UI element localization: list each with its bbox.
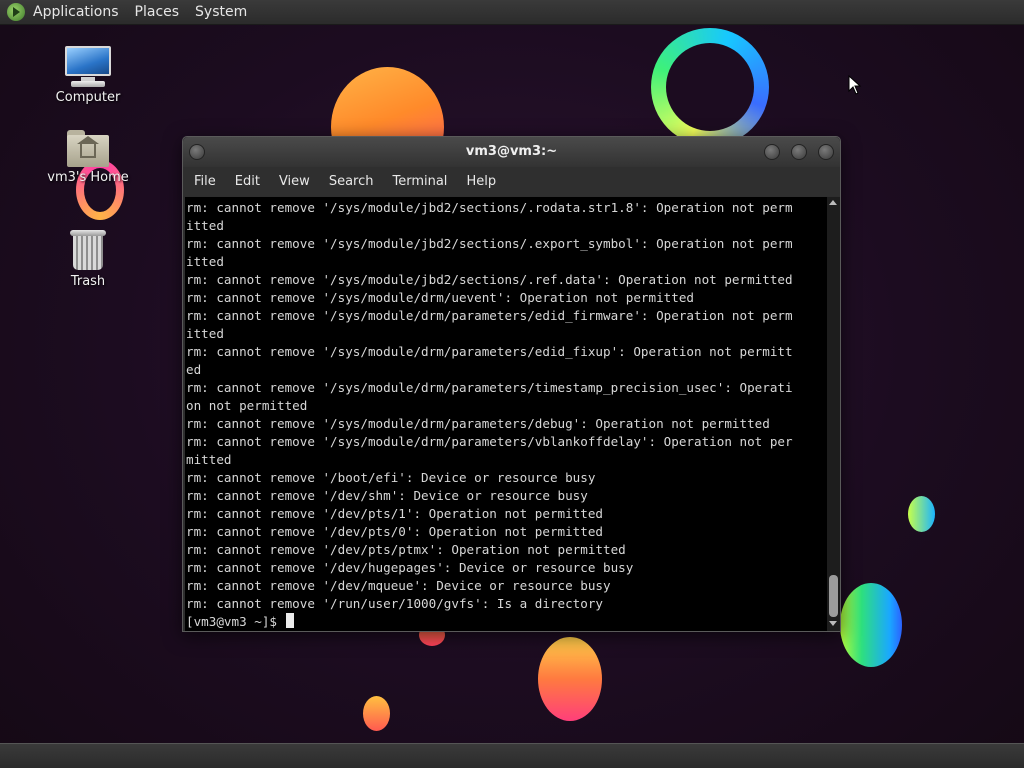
wallpaper-green-blue-bubble xyxy=(840,583,902,667)
menu-view[interactable]: View xyxy=(279,174,310,189)
desktop-icon-label: vm3's Home xyxy=(47,170,129,185)
scroll-up-arrow-icon[interactable] xyxy=(829,200,837,205)
menu-terminal[interactable]: Terminal xyxy=(392,174,447,189)
shell-prompt: [vm3@vm3 ~]$ xyxy=(186,614,285,629)
terminal-prompt-line[interactable]: [vm3@vm3 ~]$ xyxy=(185,613,827,631)
desktop-icon-trash[interactable]: Trash xyxy=(38,228,138,289)
window-menu-button[interactable] xyxy=(189,144,205,160)
window-titlebar[interactable]: vm3@vm3:~ xyxy=(183,137,840,167)
terminal-line: rm: cannot remove '/sys/module/drm/param… xyxy=(186,308,793,323)
terminal-line: rm: cannot remove '/sys/module/drm/param… xyxy=(186,344,793,359)
terminal-line: itted xyxy=(186,254,224,269)
terminal-line: rm: cannot remove '/run/user/1000/gvfs':… xyxy=(186,596,604,611)
terminal-line: rm: cannot remove '/sys/module/drm/param… xyxy=(186,380,793,395)
terminal-line: rm: cannot remove '/dev/hugepages': Devi… xyxy=(186,560,634,575)
terminal-line: rm: cannot remove '/sys/module/jbd2/sect… xyxy=(186,200,793,215)
desktop-icon-label: Computer xyxy=(55,90,121,105)
terminal-line: rm: cannot remove '/dev/mqueue': Device … xyxy=(186,578,611,593)
system-menu[interactable]: System xyxy=(195,4,247,20)
bottom-panel xyxy=(0,743,1024,768)
home-folder-icon xyxy=(65,128,111,168)
applications-menu[interactable]: Applications xyxy=(33,4,119,20)
terminal-line: rm: cannot remove '/sys/module/jbd2/sect… xyxy=(186,272,793,287)
menu-edit[interactable]: Edit xyxy=(235,174,260,189)
terminal-line: rm: cannot remove '/dev/pts/0': Operatio… xyxy=(186,524,604,539)
desktop-icon-computer[interactable]: Computer xyxy=(38,44,138,105)
scroll-down-arrow-icon[interactable] xyxy=(829,621,837,626)
terminal-menubar: File Edit View Search Terminal Help xyxy=(183,167,840,196)
terminal-output[interactable]: rm: cannot remove '/sys/module/jbd2/sect… xyxy=(185,197,827,631)
window-title: vm3@vm3:~ xyxy=(465,144,558,159)
computer-icon xyxy=(63,44,113,88)
terminal-line: rm: cannot remove '/dev/pts/1': Operatio… xyxy=(186,506,604,521)
maximize-button[interactable] xyxy=(791,144,807,160)
wallpaper-green-ring xyxy=(651,28,769,146)
minimize-button[interactable] xyxy=(764,144,780,160)
terminal-line: rm: cannot remove '/dev/shm': Device or … xyxy=(186,488,588,503)
desktop-icon-label: Trash xyxy=(70,274,106,289)
desktop-icon-home[interactable]: vm3's Home xyxy=(38,128,138,185)
menu-file[interactable]: File xyxy=(194,174,216,189)
terminal-line: rm: cannot remove '/boot/efi': Device or… xyxy=(186,470,596,485)
terminal-line: rm: cannot remove '/dev/pts/ptmx': Opera… xyxy=(186,542,626,557)
top-panel: Applications Places System xyxy=(0,0,1024,25)
terminal-line: rm: cannot remove '/sys/module/drm/param… xyxy=(186,434,793,449)
terminal-line: itted xyxy=(186,218,224,233)
close-button[interactable] xyxy=(818,144,834,160)
scrollbar-thumb[interactable] xyxy=(829,575,838,617)
terminal-line: rm: cannot remove '/sys/module/jbd2/sect… xyxy=(186,236,793,251)
terminal-scrollbar[interactable] xyxy=(827,197,840,631)
wallpaper-small-orange-bubble xyxy=(363,696,390,731)
trash-icon xyxy=(68,228,108,272)
terminal-line: ed xyxy=(186,362,202,377)
terminal-line: rm: cannot remove '/sys/module/drm/ueven… xyxy=(186,290,694,305)
wallpaper-small-green-bubble xyxy=(908,496,935,532)
terminal-line: mitted xyxy=(186,452,232,467)
wallpaper-orange-pink-bubble xyxy=(538,637,602,721)
menu-search[interactable]: Search xyxy=(329,174,374,189)
terminal-window: vm3@vm3:~ File Edit View Search Terminal… xyxy=(182,136,841,632)
terminal-line: rm: cannot remove '/sys/module/drm/param… xyxy=(186,416,770,431)
text-cursor xyxy=(285,613,294,628)
terminal-line: on not permitted xyxy=(186,398,308,413)
applications-logo-icon[interactable] xyxy=(7,3,25,21)
places-menu[interactable]: Places xyxy=(135,4,180,20)
menu-help[interactable]: Help xyxy=(466,174,496,189)
terminal-line: itted xyxy=(186,326,224,341)
